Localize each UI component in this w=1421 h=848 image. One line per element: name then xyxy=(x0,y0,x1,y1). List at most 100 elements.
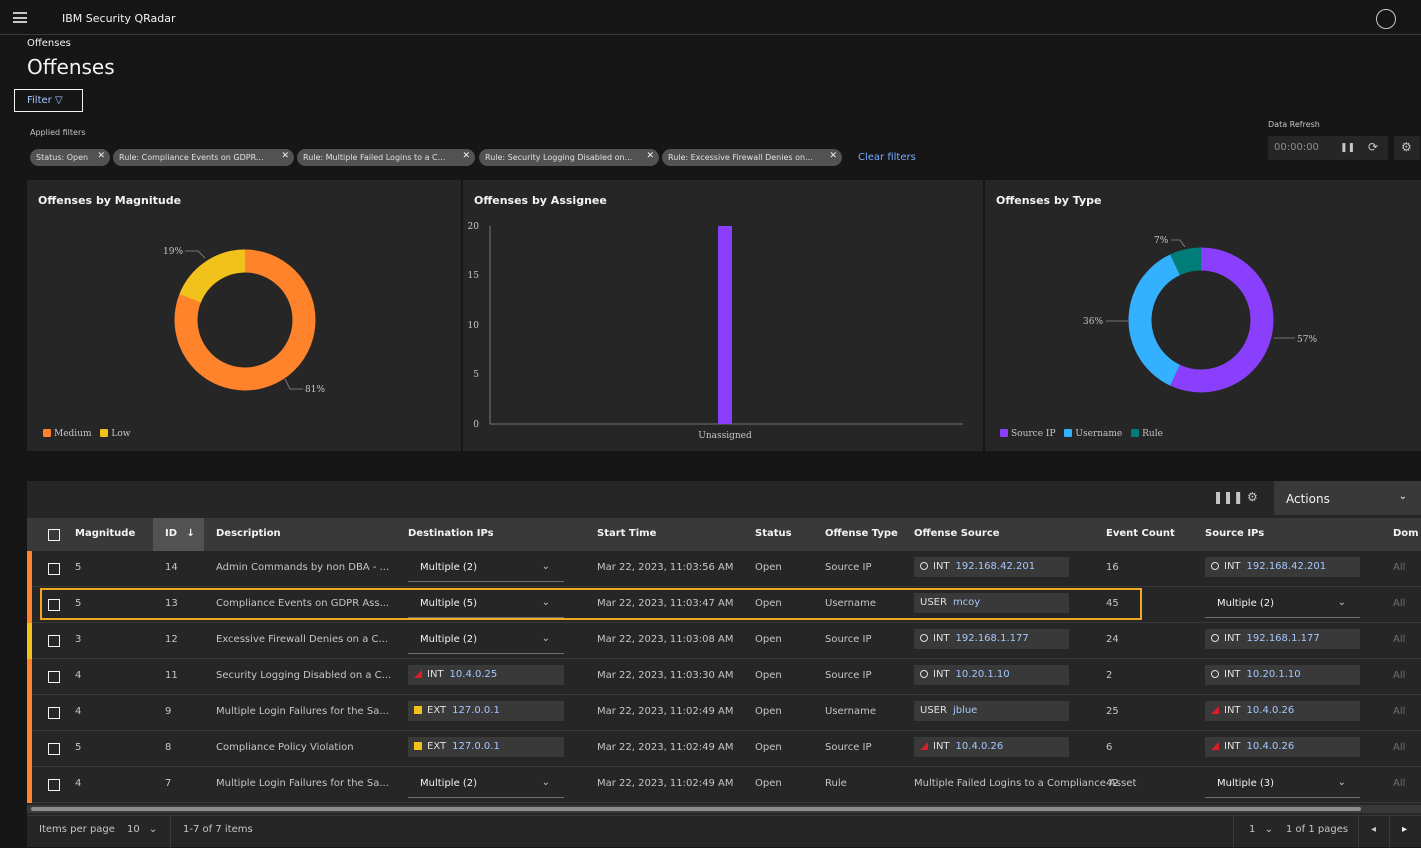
select-all-checkbox[interactable] xyxy=(48,529,60,541)
pause-icon[interactable]: ❚❚ xyxy=(1340,143,1355,153)
source-ip-dropdown[interactable]: Multiple (2) ⌄ xyxy=(1205,593,1360,618)
assignee-chart-card: Offenses by Assignee 20 15 10 5 0 Unassi… xyxy=(463,180,983,451)
offense-source-tag[interactable]: INT 192.168.1.177 xyxy=(914,629,1069,649)
domain-cell: All xyxy=(1393,742,1406,753)
offense-source-tag[interactable]: INT 10.20.1.10 xyxy=(914,665,1069,685)
destination-ip-dropdown[interactable]: Multiple (2) ⌄ xyxy=(408,773,564,798)
source-ip-tag[interactable]: INT 10.20.1.10 xyxy=(1205,665,1360,685)
source-ip-tag[interactable]: INT 10.4.0.26 xyxy=(1205,737,1360,757)
items-per-page-label: Items per page xyxy=(39,824,115,835)
col-offense-source[interactable]: Offense Source xyxy=(914,528,1000,539)
col-id[interactable]: ID ↓ xyxy=(165,528,195,539)
row-checkbox[interactable] xyxy=(48,779,60,791)
table-row[interactable]: 4 11 Security Logging Disabled on a C... Ma… xyxy=(27,659,1421,695)
col-domain[interactable]: Dom xyxy=(1393,528,1419,539)
filter-icon: ▽ xyxy=(54,95,63,106)
next-page-icon[interactable]: ▸ xyxy=(1402,824,1407,835)
page-select[interactable]: 1 ⌄ xyxy=(1249,824,1273,835)
chart-legend: Source IP Username Rule xyxy=(1000,429,1169,439)
event-count-cell: 6 xyxy=(1106,742,1113,753)
type-donut-chart: 7% 36% 57% xyxy=(1083,236,1317,393)
horizontal-scrollbar[interactable] xyxy=(27,805,1421,813)
col-destination-ips[interactable]: Destination IPs xyxy=(408,528,494,539)
table-header: Magnitude ID ↓ Description Destination I… xyxy=(27,518,1421,551)
chevron-down-icon: ⌄ xyxy=(541,561,550,572)
offense-type-cell: Source IP xyxy=(825,742,872,753)
domain-cell: All xyxy=(1393,598,1406,609)
filter-button[interactable]: Filter ▽ xyxy=(14,89,83,112)
destination-ip-dropdown[interactable]: Multiple (2) ⌄ xyxy=(408,557,564,582)
chevron-down-icon: ⌄ xyxy=(148,824,158,835)
id-cell: 12 xyxy=(165,634,178,645)
row-checkbox[interactable] xyxy=(48,707,60,719)
source-ip-dropdown[interactable]: Multiple (3) ⌄ xyxy=(1205,773,1360,798)
row-checkbox[interactable] xyxy=(48,671,60,683)
close-icon[interactable]: ✕ xyxy=(829,151,837,161)
source-ip-tag[interactable]: INT 192.168.42.201 xyxy=(1205,557,1360,577)
items-per-page-select[interactable]: 10 ⌄ xyxy=(127,824,157,835)
actions-dropdown[interactable]: Actions ⌄ xyxy=(1274,481,1421,515)
magnitude-chart-card: Offenses by Magnitude 19% 81% Medium Low xyxy=(27,180,461,451)
col-description[interactable]: Description xyxy=(216,528,281,539)
offense-source-tag[interactable]: INT 10.4.0.26 xyxy=(914,737,1069,757)
magnitude-donut-chart: 19% 81% xyxy=(163,247,325,395)
table-row[interactable]: 4 9 Multiple Login Failures for the Sa... M… xyxy=(27,695,1421,731)
source-ip-tag[interactable]: INT 10.4.0.26 xyxy=(1205,701,1360,721)
settings-gear-icon[interactable]: ⚙ xyxy=(1394,136,1420,160)
event-count-cell: 16 xyxy=(1106,562,1119,573)
column-settings-icon[interactable]: ❚❚❚ xyxy=(1213,490,1243,504)
previous-page-icon[interactable]: ◂ xyxy=(1371,824,1376,835)
close-icon[interactable]: ✕ xyxy=(97,151,105,161)
row-checkbox[interactable] xyxy=(48,635,60,647)
destination-ip-tag[interactable]: INT 10.4.0.25 xyxy=(408,665,564,685)
internal-circle-icon xyxy=(920,634,928,642)
event-count-cell: 2 xyxy=(1106,670,1113,681)
col-status[interactable]: Status xyxy=(755,528,792,539)
clear-filters-link[interactable]: Clear filters xyxy=(858,152,916,163)
status-cell: Open xyxy=(755,562,782,573)
filter-tag[interactable]: Rule: Multiple Failed Logins to a C... ✕ xyxy=(297,149,475,166)
filter-tag[interactable]: Rule: Security Logging Disabled on... ✕ xyxy=(479,149,659,166)
close-icon[interactable]: ✕ xyxy=(281,151,289,161)
destination-ip-tag[interactable]: EXT 127.0.0.1 xyxy=(408,737,564,757)
refresh-icon[interactable]: ⟳ xyxy=(1368,140,1378,154)
description-cell[interactable]: Multiple Login Failures for the Sa... xyxy=(216,706,389,717)
col-source-ips[interactable]: Source IPs xyxy=(1205,528,1264,539)
table-row[interactable]: 3 12 Excessive Firewall Denies on a C... Ma… xyxy=(27,623,1421,659)
row-checkbox[interactable] xyxy=(48,563,60,575)
table-row[interactable]: 4 7 Multiple Login Failures for the Sa... M… xyxy=(27,767,1421,803)
description-cell[interactable]: Security Logging Disabled on a C... xyxy=(216,670,391,681)
id-cell: 9 xyxy=(165,706,172,717)
table-row[interactable]: 5 14 Admin Commands by non DBA - ... Mar 22… xyxy=(27,551,1421,587)
row-checkbox[interactable] xyxy=(48,743,60,755)
description-cell[interactable]: Excessive Firewall Denies on a C... xyxy=(216,634,388,645)
breadcrumb[interactable]: Offenses xyxy=(27,38,71,49)
filter-tag[interactable]: Rule: Excessive Firewall Denies on... ✕ xyxy=(662,149,842,166)
offense-source-tag[interactable]: INT 192.168.42.201 xyxy=(914,557,1069,577)
col-offense-type[interactable]: Offense Type xyxy=(825,528,898,539)
table-settings-gear-icon[interactable]: ⚙ xyxy=(1247,490,1258,504)
description-cell[interactable]: Compliance Policy Violation xyxy=(216,742,354,753)
user-avatar-icon[interactable] xyxy=(1376,9,1396,29)
filter-tag[interactable]: Status: Open ✕ xyxy=(30,149,110,166)
close-icon[interactable]: ✕ xyxy=(646,151,654,161)
description-cell[interactable]: Admin Commands by non DBA - ... xyxy=(216,562,389,573)
source-ip-tag[interactable]: INT 192.168.1.177 xyxy=(1205,629,1360,649)
description-cell[interactable]: Multiple Login Failures for the Sa... xyxy=(216,778,389,789)
destination-ip-tag[interactable]: EXT 127.0.0.1 xyxy=(408,701,564,721)
menu-icon[interactable] xyxy=(13,12,27,23)
start-time-cell: Mar 22, 2023, 11:03:08 AM xyxy=(597,634,734,645)
highlighted-row-outline xyxy=(40,588,1142,620)
col-start-time[interactable]: Start Time xyxy=(597,528,656,539)
close-icon[interactable]: ✕ xyxy=(462,151,470,161)
warning-triangle-icon xyxy=(920,742,928,750)
offense-source-tag[interactable]: USER jblue xyxy=(914,701,1069,721)
offenses-table: ❚❚❚ ⚙ Actions ⌄ Magnitude ID ↓ Descriptio… xyxy=(27,481,1421,817)
table-row[interactable]: 5 8 Compliance Policy Violation Mar 22, 202… xyxy=(27,731,1421,767)
col-event-count[interactable]: Event Count xyxy=(1106,528,1175,539)
destination-ip-dropdown[interactable]: Multiple (2) ⌄ xyxy=(408,629,564,654)
col-magnitude[interactable]: Magnitude xyxy=(75,528,135,539)
start-time-cell: Mar 22, 2023, 11:02:49 AM xyxy=(597,778,734,789)
filter-tag[interactable]: Rule: Compliance Events on GDPR... ✕ xyxy=(113,149,294,166)
status-cell: Open xyxy=(755,634,782,645)
